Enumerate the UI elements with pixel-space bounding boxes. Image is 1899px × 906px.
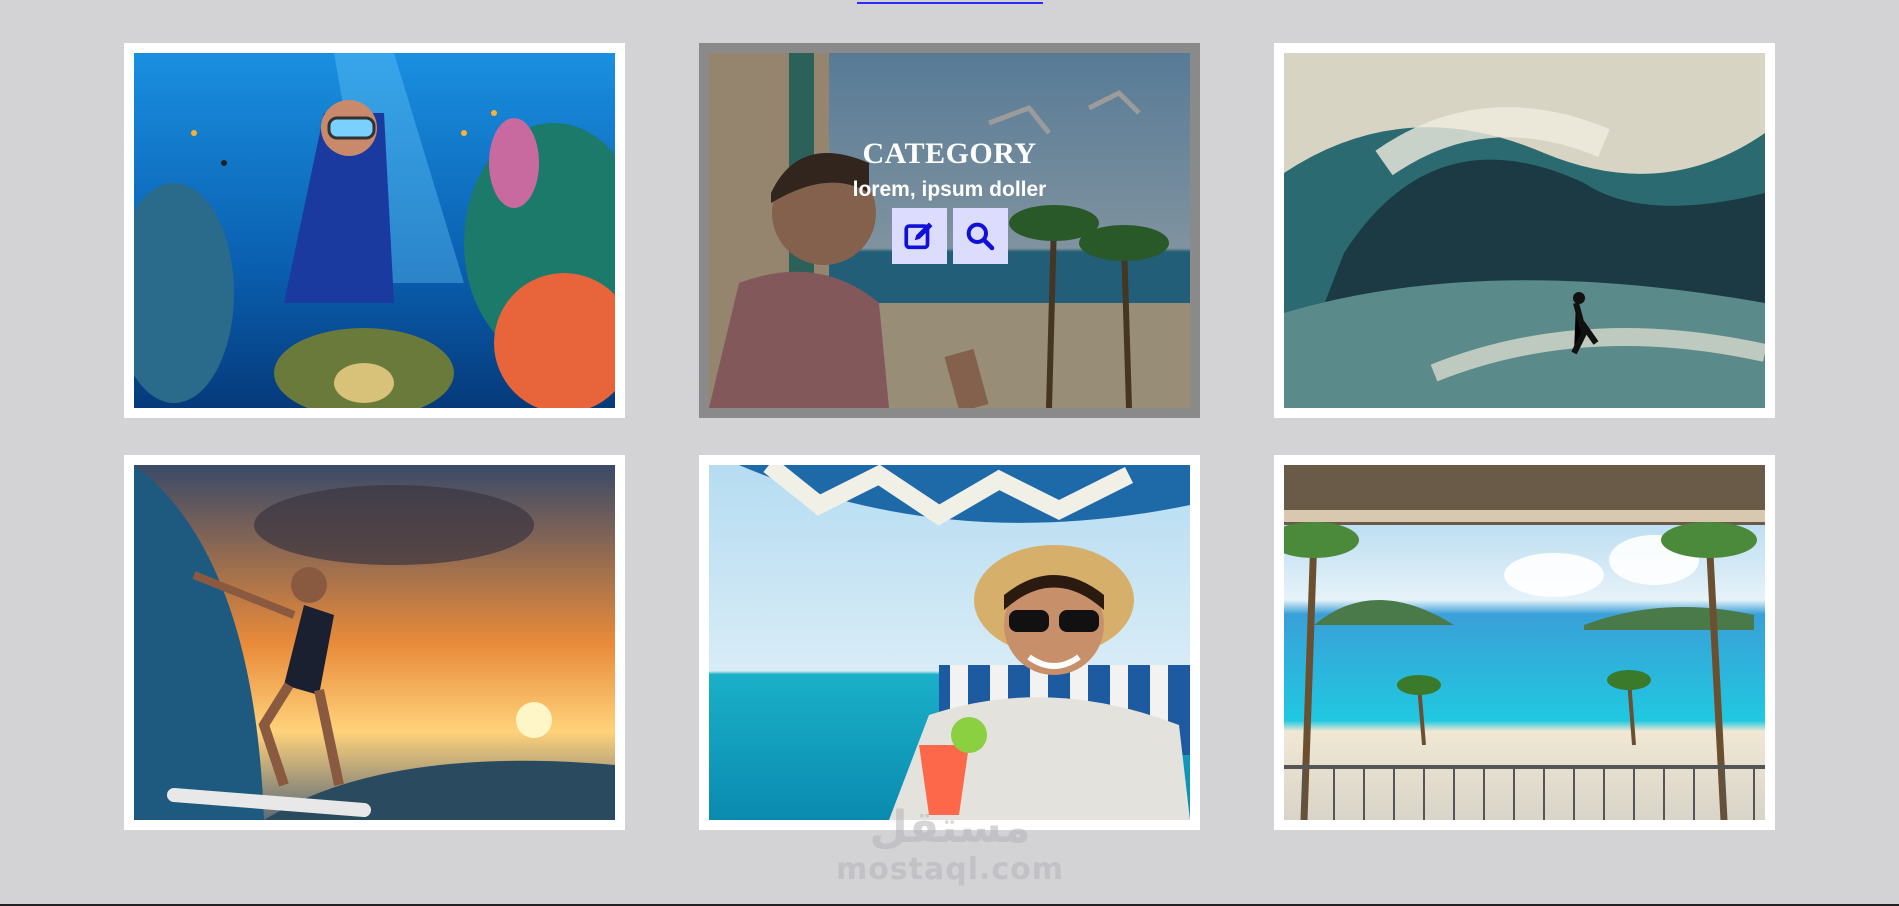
mostaql-watermark: مستقل mostaql.com (835, 802, 1065, 888)
beach-cocktail-photo (709, 465, 1190, 820)
edit-icon (902, 219, 936, 253)
beach-tourist-photo: CATEGORY lorem, ipsum doller (709, 53, 1190, 408)
scuba-diver-photo (134, 53, 615, 408)
sunset-surfer-photo (134, 465, 615, 820)
gallery-card-2[interactable]: CATEGORY lorem, ipsum doller (699, 43, 1200, 418)
gallery-card-5[interactable] (699, 455, 1200, 830)
gallery-card-6[interactable] (1274, 455, 1775, 830)
balcony-view-photo (1284, 465, 1765, 820)
gallery-card-4[interactable] (124, 455, 625, 830)
search-icon (964, 220, 996, 252)
hover-overlay: CATEGORY lorem, ipsum doller (709, 53, 1190, 408)
gallery-card-3[interactable] (1274, 43, 1775, 418)
edit-button[interactable] (891, 208, 947, 264)
search-button[interactable] (952, 208, 1008, 264)
gallery-card-1[interactable] (124, 43, 625, 418)
big-wave-surfer-photo (1284, 53, 1765, 408)
watermark-arabic: مستقل (869, 802, 1031, 853)
watermark-latin: mostaql.com (835, 852, 1065, 887)
category-title: CATEGORY (862, 137, 1037, 170)
top-nav-underline (857, 2, 1043, 4)
category-subtitle: lorem, ipsum doller (852, 178, 1047, 201)
